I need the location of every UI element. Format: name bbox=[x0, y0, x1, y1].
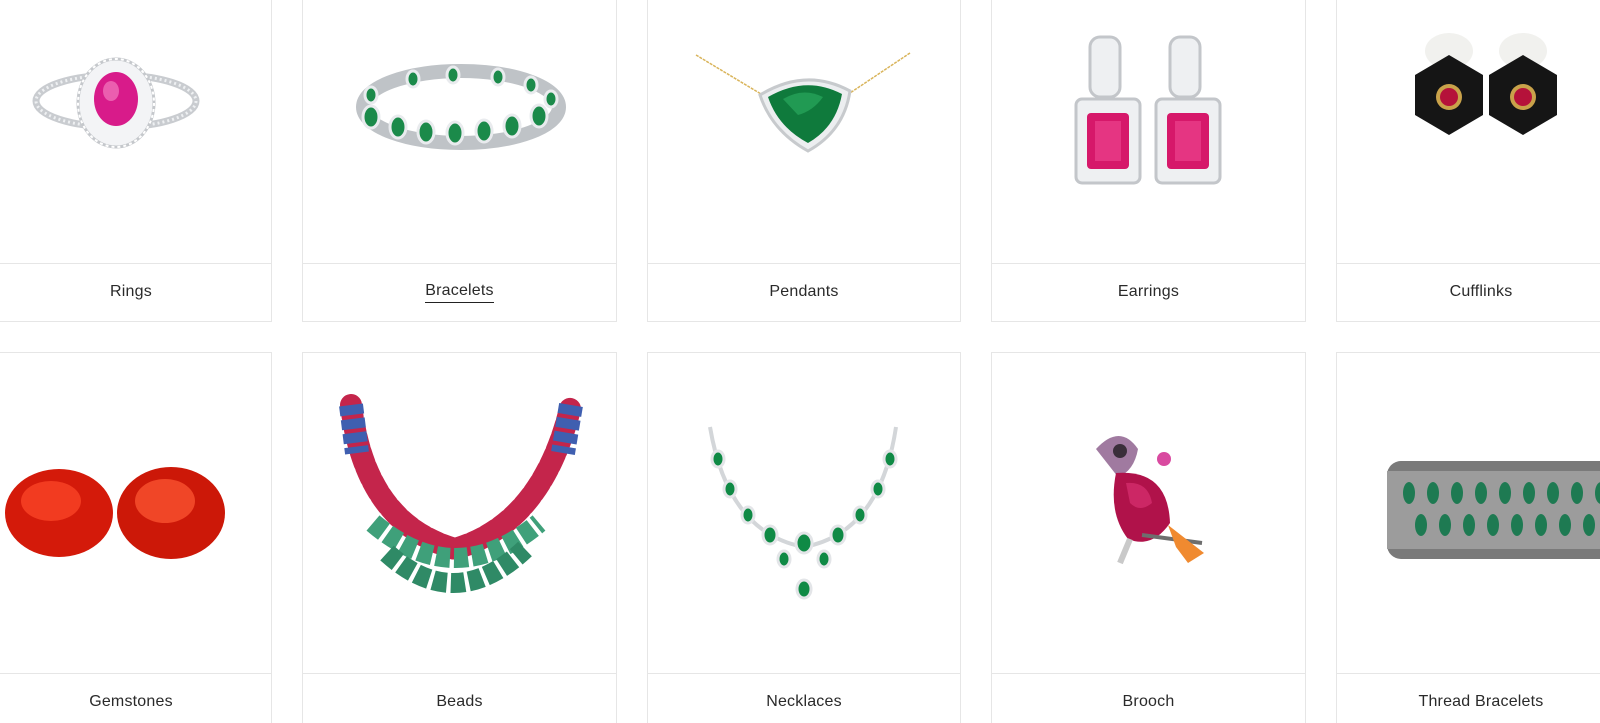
category-card-cufflinks[interactable]: Cufflinks bbox=[1336, 0, 1600, 322]
cufflinks-image bbox=[1337, 0, 1600, 265]
category-label: Gemstones bbox=[89, 692, 173, 710]
pendant-image bbox=[648, 0, 960, 265]
category-card-beads[interactable]: Beads bbox=[302, 352, 617, 723]
brooch-image bbox=[992, 353, 1305, 667]
category-card-brooch[interactable]: Brooch bbox=[991, 352, 1306, 723]
category-label: Necklaces bbox=[766, 692, 842, 710]
category-card-earrings[interactable]: Earrings bbox=[991, 0, 1306, 322]
gemstones-image bbox=[0, 353, 271, 667]
necklace-image bbox=[648, 353, 960, 667]
category-card-thread-bracelets[interactable]: Thread Bracelets bbox=[1336, 352, 1600, 723]
category-label: Thread Bracelets bbox=[1418, 692, 1544, 710]
category-card-gemstones[interactable]: Gemstones bbox=[0, 352, 272, 723]
category-label: Cufflinks bbox=[1449, 282, 1513, 300]
category-card-pendants[interactable]: Pendants bbox=[647, 0, 961, 322]
category-label: Rings bbox=[110, 282, 152, 300]
category-card-rings[interactable]: Rings bbox=[0, 0, 272, 322]
category-card-necklaces[interactable]: Necklaces bbox=[647, 352, 961, 723]
ring-image bbox=[0, 0, 271, 265]
category-label: Bracelets bbox=[425, 282, 494, 303]
category-card-bracelets[interactable]: Bracelets bbox=[302, 0, 617, 322]
category-label: Pendants bbox=[769, 282, 839, 300]
category-label: Beads bbox=[436, 692, 483, 710]
beads-image bbox=[303, 353, 616, 667]
earrings-image bbox=[992, 0, 1305, 265]
bracelet-image bbox=[303, 0, 616, 265]
category-label: Earrings bbox=[1117, 282, 1180, 300]
thread-bracelet-image bbox=[1337, 353, 1600, 667]
category-label: Brooch bbox=[1122, 692, 1175, 710]
